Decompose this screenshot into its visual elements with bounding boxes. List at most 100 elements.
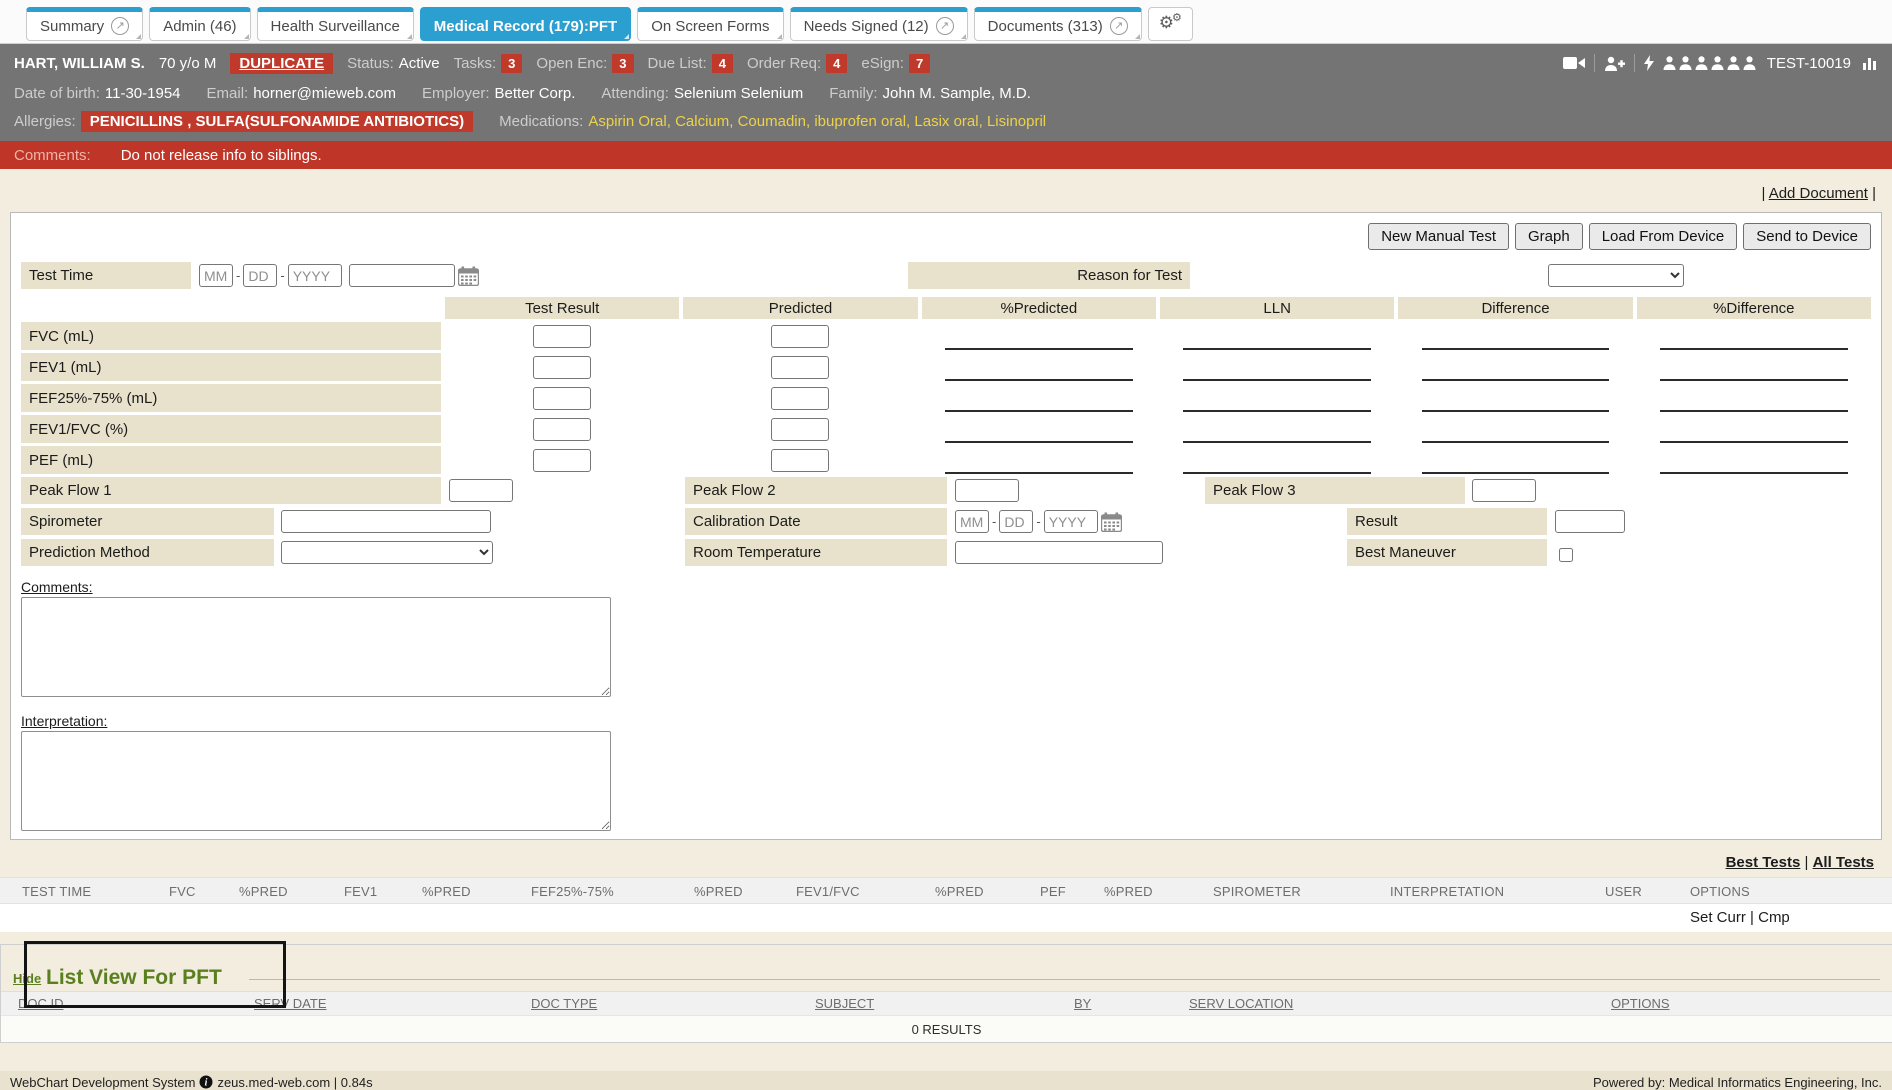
tab-on-screen-forms[interactable]: On Screen Forms (637, 7, 783, 41)
popout-icon[interactable]: ↗ (1110, 17, 1128, 35)
col-interpretation: INTERPRETATION (1390, 884, 1504, 899)
lightning-icon[interactable] (1644, 55, 1654, 71)
test-time-time-input[interactable] (349, 264, 455, 287)
send-to-device-button[interactable]: Send to Device (1743, 223, 1871, 250)
video-camera-icon[interactable] (1563, 56, 1585, 70)
col-subject[interactable]: SUBJECT (815, 996, 874, 1011)
tasks-count-badge[interactable]: 3 (501, 54, 522, 73)
settings-button[interactable]: ⚙ ⚙ (1148, 7, 1193, 41)
form-comments-textarea[interactable] (21, 597, 611, 697)
col-doc-type[interactable]: DOC TYPE (531, 996, 597, 1011)
tab-admin[interactable]: Admin (46) (149, 7, 250, 41)
hide-list-view-link[interactable]: Hide (13, 971, 41, 986)
fev1-fvc-predicted-input[interactable] (771, 418, 829, 441)
peak-flow-3-input[interactable] (1472, 479, 1536, 502)
col-serv-location[interactable]: SERV LOCATION (1189, 996, 1293, 1011)
medication-link[interactable]: ibuprofen oral (814, 113, 914, 130)
fev1-test-result-input[interactable] (533, 356, 591, 379)
popout-icon[interactable]: ↗ (936, 17, 954, 35)
footer-app-name: WebChart Development System (10, 1075, 195, 1090)
calendar-icon[interactable] (1101, 512, 1122, 532)
calendar-icon[interactable] (458, 266, 479, 286)
interpretation-textarea[interactable] (21, 731, 611, 831)
fev1-difference-value (1398, 353, 1632, 381)
person-icon (1679, 56, 1692, 70)
tab-needs-signed[interactable]: Needs Signed (12) ↗ (790, 7, 968, 41)
add-person-icon[interactable] (1604, 56, 1625, 71)
fef25-75-test-result-input[interactable] (533, 387, 591, 410)
comments-text: Do not release info to siblings. (121, 147, 322, 164)
list-view-title: List View For PFT (46, 966, 222, 990)
fvc-predicted-input[interactable] (771, 325, 829, 348)
test-time-year-input[interactable] (288, 264, 342, 287)
col-header-lln: LLN (1160, 297, 1394, 319)
calibration-day-input[interactable] (999, 510, 1033, 533)
medication-link[interactable]: Aspirin Oral (588, 113, 675, 130)
tab-medical-record[interactable]: Medical Record (179):PFT (420, 7, 631, 41)
test-time-day-input[interactable] (243, 264, 277, 287)
result-input[interactable] (1555, 510, 1625, 533)
col-user: USER (1605, 884, 1642, 899)
patient-name: HART, WILLIAM S. (14, 55, 145, 72)
order-req-count-badge[interactable]: 4 (826, 54, 847, 73)
room-temperature-input[interactable] (955, 541, 1163, 564)
calibration-month-input[interactable] (955, 510, 989, 533)
allergies-value[interactable]: PENICILLINS , SULFA(SULFONAMIDE ANTIBIOT… (81, 111, 473, 132)
esign-count-badge[interactable]: 7 (909, 54, 930, 73)
new-manual-test-button[interactable]: New Manual Test (1368, 223, 1509, 250)
comments-label: Comments: (14, 147, 91, 164)
duplicate-flag[interactable]: DUPLICATE (230, 53, 333, 74)
medication-link[interactable]: Calcium (675, 113, 738, 130)
patient-age-sex: 70 y/o M (159, 55, 217, 72)
fvc-pct-predicted-value (922, 322, 1156, 350)
fvc-test-result-input[interactable] (533, 325, 591, 348)
due-list-count-badge[interactable]: 4 (712, 54, 733, 73)
open-enc-count-badge[interactable]: 3 (612, 54, 633, 73)
graph-button[interactable]: Graph (1515, 223, 1583, 250)
prediction-method-select[interactable] (281, 541, 493, 564)
info-icon[interactable]: i (199, 1075, 213, 1089)
online-users-icons[interactable] (1663, 56, 1756, 70)
tab-health-surveillance[interactable]: Health Surveillance (257, 7, 414, 41)
fev1-fvc-pct-difference-value (1637, 415, 1871, 443)
popout-icon[interactable]: ↗ (111, 17, 129, 35)
all-tests-link[interactable]: All Tests (1813, 854, 1874, 871)
date-dash: - (280, 268, 284, 283)
medication-link[interactable]: Coumadin (738, 113, 815, 130)
family-value: John M. Sample, M.D. (883, 85, 1031, 102)
fev1-predicted-input[interactable] (771, 356, 829, 379)
test-time-month-input[interactable] (199, 264, 233, 287)
pef-test-result-input[interactable] (533, 449, 591, 472)
col-serv-date[interactable]: SERV DATE (254, 996, 326, 1011)
peak-flow-2-input[interactable] (955, 479, 1019, 502)
status-label: Status: (347, 55, 394, 72)
fef25-75-predicted-input[interactable] (771, 387, 829, 410)
set-curr-link[interactable]: Set Curr (1690, 909, 1746, 926)
col-doc-options[interactable]: OPTIONS (1611, 996, 1670, 1011)
bar-chart-icon[interactable] (1862, 56, 1878, 70)
add-document-link[interactable]: Add Document (1769, 185, 1868, 202)
col-doc-id[interactable]: DOC ID (18, 996, 64, 1011)
open-enc-label: Open Enc: (536, 55, 607, 72)
reason-for-test-select[interactable] (1548, 264, 1684, 287)
tab-documents[interactable]: Documents (313) ↗ (974, 7, 1142, 41)
medication-link[interactable]: Lasix oral (914, 113, 987, 130)
load-from-device-button[interactable]: Load From Device (1589, 223, 1738, 250)
tab-summary[interactable]: Summary ↗ (26, 7, 143, 41)
date-dash: - (1036, 514, 1040, 529)
email-label: Email: (207, 85, 249, 102)
add-document-row: | Add Document | (0, 169, 1892, 202)
attending-value: Selenium Selenium (674, 85, 803, 102)
peak-flow-1-input[interactable] (449, 479, 513, 502)
pef-predicted-input[interactable] (771, 449, 829, 472)
cmp-link[interactable]: Cmp (1758, 909, 1790, 926)
col-by[interactable]: BY (1074, 996, 1091, 1011)
footer-powered-by: Powered by: Medical Informatics Engineer… (1593, 1075, 1882, 1090)
col-header-predicted: Predicted (683, 297, 917, 319)
best-tests-link[interactable]: Best Tests (1726, 854, 1801, 871)
best-maneuver-checkbox[interactable] (1559, 548, 1573, 562)
medication-link[interactable]: Lisinopril (987, 113, 1046, 130)
calibration-year-input[interactable] (1044, 510, 1098, 533)
spirometer-input[interactable] (281, 510, 491, 533)
fev1-fvc-test-result-input[interactable] (533, 418, 591, 441)
